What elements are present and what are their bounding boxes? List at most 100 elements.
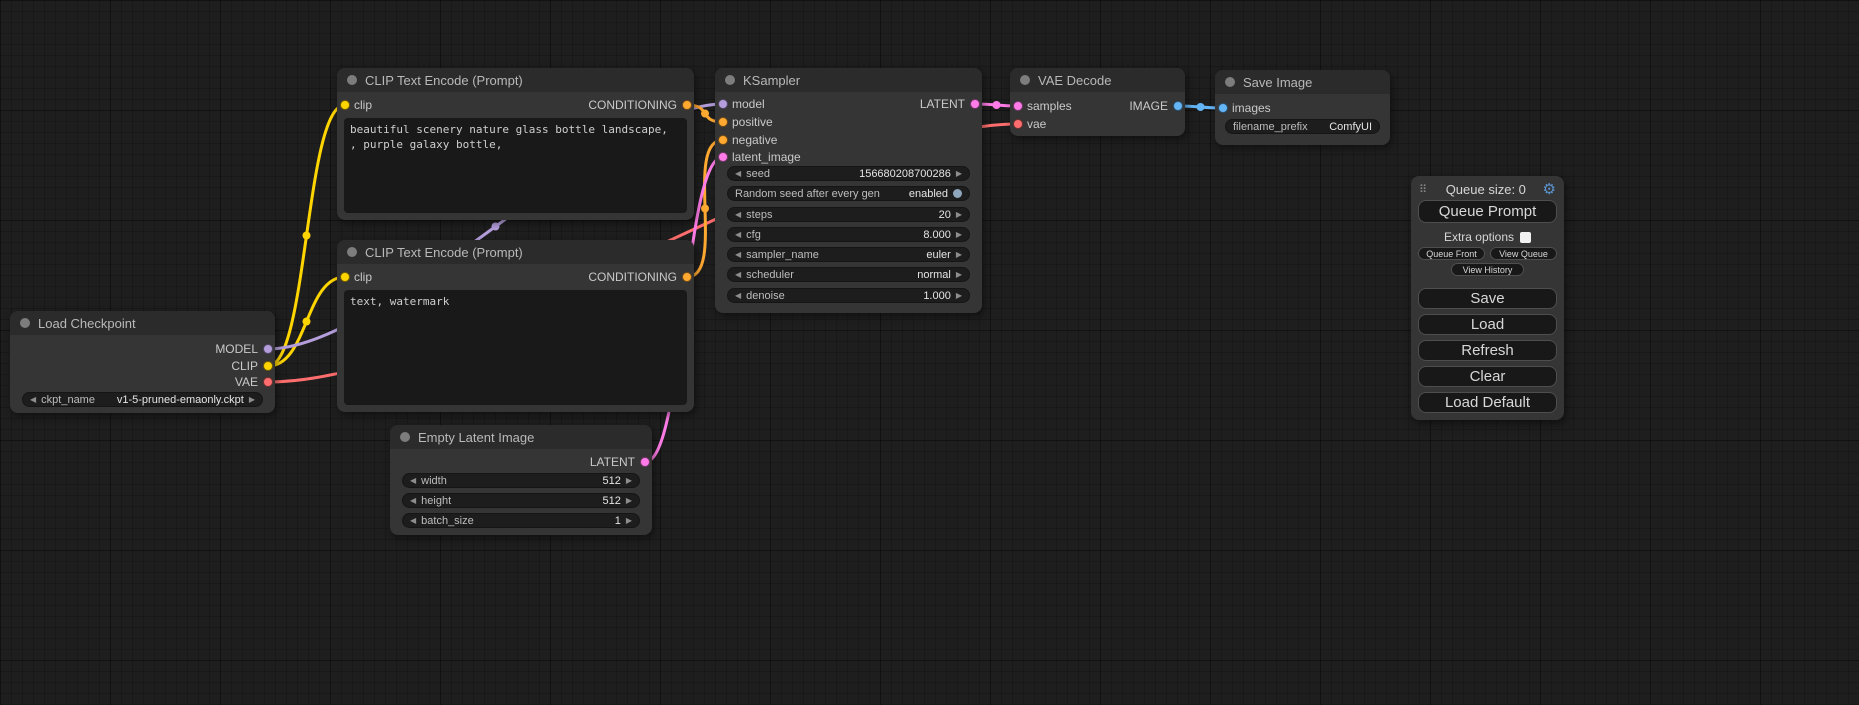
model-port-dot[interactable] — [718, 99, 728, 109]
clip-port-dot[interactable] — [340, 100, 350, 110]
widget-filename-prefix[interactable]: filename_prefix ComfyUI — [1225, 119, 1380, 134]
conditioning-port-dot[interactable] — [718, 117, 728, 127]
output-port-conditioning: CONDITIONING — [588, 98, 694, 112]
prompt-textarea[interactable]: beautiful scenery nature glass bottle la… — [344, 118, 687, 213]
widget-width[interactable]: ◀ width 512 ▶ — [402, 473, 640, 488]
decrement-arrow-icon[interactable]: ◀ — [410, 497, 416, 505]
decrement-arrow-icon[interactable]: ◀ — [735, 251, 741, 259]
conditioning-port-dot[interactable] — [682, 272, 692, 282]
widget-height[interactable]: ◀ height 512 ▶ — [402, 493, 640, 508]
decrement-arrow-icon[interactable]: ◀ — [30, 396, 36, 404]
latent-port-dot[interactable] — [970, 99, 980, 109]
queue-front-button[interactable]: Queue Front — [1418, 247, 1485, 260]
extra-options-checkbox[interactable] — [1520, 232, 1531, 243]
widget-random-seed-toggle[interactable]: Random seed after every gen enabled — [727, 186, 970, 201]
extra-options-label: Extra options — [1444, 230, 1514, 244]
increment-arrow-icon[interactable]: ▶ — [956, 170, 962, 178]
widget-sampler-name[interactable]: ◀ sampler_name euler ▶ — [727, 247, 970, 262]
refresh-button[interactable]: Refresh — [1418, 340, 1557, 361]
decrement-arrow-icon[interactable]: ◀ — [735, 170, 741, 178]
node-clip-text-encode-negative[interactable]: CLIP Text Encode (Prompt) clip CONDITION… — [337, 240, 694, 412]
decrement-arrow-icon[interactable]: ◀ — [735, 211, 741, 219]
vae-port-dot[interactable] — [1013, 119, 1023, 129]
drag-handle-icon[interactable]: ⠿ — [1419, 183, 1427, 196]
view-history-button[interactable]: View History — [1451, 263, 1524, 276]
increment-arrow-icon[interactable]: ▶ — [956, 211, 962, 219]
increment-arrow-icon[interactable]: ▶ — [956, 231, 962, 239]
increment-arrow-icon[interactable]: ▶ — [956, 292, 962, 300]
prompt-textarea[interactable]: text, watermark — [344, 290, 687, 405]
decrement-arrow-icon[interactable]: ◀ — [735, 292, 741, 300]
image-port-dot[interactable] — [1218, 103, 1228, 113]
node-title-bar[interactable]: KSampler — [715, 68, 982, 92]
node-empty-latent-image[interactable]: Empty Latent Image LATENT ◀ width 512 ▶ … — [390, 425, 652, 535]
port-label: CONDITIONING — [588, 98, 677, 112]
node-save-image[interactable]: Save Image images filename_prefix ComfyU… — [1215, 70, 1390, 145]
widget-scheduler[interactable]: ◀ scheduler normal ▶ — [727, 267, 970, 282]
node-title-bar[interactable]: Empty Latent Image — [390, 425, 652, 449]
node-vae-decode[interactable]: VAE Decode samples IMAGE vae — [1010, 68, 1185, 136]
view-queue-button[interactable]: View Queue — [1490, 247, 1557, 260]
increment-arrow-icon[interactable]: ▶ — [626, 497, 632, 505]
node-title-bar[interactable]: CLIP Text Encode (Prompt) — [337, 240, 694, 264]
node-title: VAE Decode — [1038, 73, 1111, 88]
latent-port-dot[interactable] — [640, 457, 650, 467]
conditioning-port-dot[interactable] — [718, 135, 728, 145]
load-button[interactable]: Load — [1418, 314, 1557, 335]
node-status-dot — [1225, 77, 1235, 87]
increment-arrow-icon[interactable]: ▶ — [626, 477, 632, 485]
widget-ckpt-name[interactable]: ◀ ckpt_name v1-5-pruned-emaonly.ckpt ▶ — [22, 392, 263, 407]
vae-port-dot[interactable] — [263, 377, 273, 387]
widget-value: 512 — [456, 495, 621, 507]
settings-gear-icon[interactable]: ⚙ — [1543, 182, 1556, 197]
increment-arrow-icon[interactable]: ▶ — [626, 517, 632, 525]
widget-name: denoise — [746, 290, 785, 302]
extra-options-row: Extra options — [1411, 230, 1564, 244]
port-label: LATENT — [920, 97, 965, 111]
node-status-dot — [347, 247, 357, 257]
increment-arrow-icon[interactable]: ▶ — [956, 251, 962, 259]
node-title-bar[interactable]: CLIP Text Encode (Prompt) — [337, 68, 694, 92]
node-title: Empty Latent Image — [418, 430, 534, 445]
widget-name: batch_size — [421, 515, 474, 527]
widget-name: height — [421, 495, 451, 507]
port-label: LATENT — [590, 455, 635, 469]
output-port-model: MODEL — [215, 342, 275, 356]
decrement-arrow-icon[interactable]: ◀ — [735, 271, 741, 279]
decrement-arrow-icon[interactable]: ◀ — [410, 477, 416, 485]
decrement-arrow-icon[interactable]: ◀ — [410, 517, 416, 525]
node-title-bar[interactable]: VAE Decode — [1010, 68, 1185, 92]
queue-prompt-button[interactable]: Queue Prompt — [1418, 200, 1557, 223]
conditioning-port-dot[interactable] — [682, 100, 692, 110]
latent-port-dot[interactable] — [718, 152, 728, 162]
increment-arrow-icon[interactable]: ▶ — [249, 396, 255, 404]
widget-batch-size[interactable]: ◀ batch_size 1 ▶ — [402, 513, 640, 528]
model-port-dot[interactable] — [263, 344, 273, 354]
save-button[interactable]: Save — [1418, 288, 1557, 309]
node-clip-text-encode-positive[interactable]: CLIP Text Encode (Prompt) clip CONDITION… — [337, 68, 694, 220]
node-status-dot — [1020, 75, 1030, 85]
node-ksampler[interactable]: KSampler model LATENT positive negative … — [715, 68, 982, 313]
port-label: CONDITIONING — [588, 270, 677, 284]
widget-denoise[interactable]: ◀ denoise 1.000 ▶ — [727, 288, 970, 303]
clear-button[interactable]: Clear — [1418, 366, 1557, 387]
decrement-arrow-icon[interactable]: ◀ — [735, 231, 741, 239]
widget-steps[interactable]: ◀ steps 20 ▶ — [727, 207, 970, 222]
node-title-bar[interactable]: Load Checkpoint — [10, 311, 275, 335]
increment-arrow-icon[interactable]: ▶ — [956, 271, 962, 279]
image-port-dot[interactable] — [1173, 101, 1183, 111]
node-load-checkpoint[interactable]: Load Checkpoint MODEL CLIP VAE ◀ ckpt_na… — [10, 311, 275, 413]
load-default-button[interactable]: Load Default — [1418, 392, 1557, 413]
node-title-bar[interactable]: Save Image — [1215, 70, 1390, 94]
clip-port-dot[interactable] — [340, 272, 350, 282]
port-label: clip — [354, 98, 372, 112]
toggle-knob-icon[interactable] — [953, 189, 962, 198]
output-port-vae: VAE — [235, 375, 275, 389]
clip-port-dot[interactable] — [263, 361, 273, 371]
input-port-samples: samples — [1010, 99, 1072, 113]
node-graph-canvas[interactable]: Load Checkpoint MODEL CLIP VAE ◀ ckpt_na… — [0, 0, 1859, 705]
widget-seed[interactable]: ◀ seed 156680208700286 ▶ — [727, 166, 970, 181]
latent-port-dot[interactable] — [1013, 101, 1023, 111]
widget-cfg[interactable]: ◀ cfg 8.000 ▶ — [727, 227, 970, 242]
node-title: CLIP Text Encode (Prompt) — [365, 73, 523, 88]
